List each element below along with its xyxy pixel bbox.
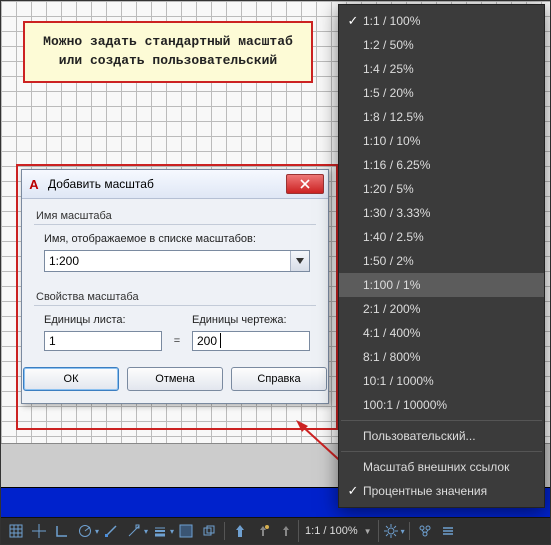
transparency-toggle-button[interactable] (175, 520, 197, 542)
ok-button[interactable]: ОК (23, 367, 119, 391)
osnap-toggle-button[interactable] (100, 520, 122, 542)
annotation-visibility-button[interactable] (229, 520, 251, 542)
menu-item-label: 1:40 / 2.5% (363, 230, 424, 244)
menu-item-scale[interactable]: 1:5 / 20% (339, 81, 544, 105)
dialog-title: Добавить масштаб (48, 177, 154, 191)
group-header-name: Имя масштаба (34, 207, 316, 224)
menu-item-scale[interactable]: 2:1 / 200% (339, 297, 544, 321)
menu-item-label: 1:30 / 3.33% (363, 206, 430, 220)
chevron-down-icon: ▼ (364, 527, 372, 536)
menu-separator (341, 451, 542, 452)
menu-item-label: 1:100 / 1% (363, 278, 420, 292)
add-scale-dialog: A Добавить масштаб Имя масштаба Имя, ото… (21, 169, 329, 404)
scale-context-menu: ✓1:1 / 100%1:2 / 50%1:4 / 25%1:5 / 20%1:… (338, 4, 545, 508)
app-icon: A (26, 176, 42, 192)
menu-item-scale[interactable]: ✓1:1 / 100% (339, 9, 544, 33)
menu-item-label: 1:50 / 2% (363, 254, 414, 268)
current-scale-label: 1:1 / 100% (305, 525, 358, 537)
menu-item-scale[interactable]: 1:8 / 12.5% (339, 105, 544, 129)
menu-item-scale[interactable]: 1:30 / 3.33% (339, 201, 544, 225)
menu-item-label: 1:5 / 20% (363, 86, 414, 100)
menu-item-scale[interactable]: 8:1 / 800% (339, 345, 544, 369)
menu-item-scale[interactable]: 1:10 / 10% (339, 129, 544, 153)
drawing-units-label: Единицы чертежа: (192, 314, 310, 326)
menu-item-scale[interactable]: 1:50 / 2% (339, 249, 544, 273)
menu-item-label: 100:1 / 10000% (363, 398, 447, 412)
menu-item-label: 2:1 / 200% (363, 302, 420, 316)
dialog-titlebar: A Добавить масштаб (22, 170, 328, 199)
annotation-scale-button[interactable] (275, 520, 297, 542)
close-icon (300, 179, 310, 189)
ortho-toggle-button[interactable] (51, 520, 73, 542)
lineweight-toggle-button[interactable] (149, 520, 171, 542)
menu-item-label: 1:16 / 6.25% (363, 158, 430, 172)
help-button[interactable]: Справка (231, 367, 327, 391)
auto-scale-button[interactable] (252, 520, 274, 542)
menu-item-scale[interactable]: 1:16 / 6.25% (339, 153, 544, 177)
scale-selector[interactable]: 1:1 / 100% ▼ (298, 520, 379, 542)
menu-item-scale[interactable]: 1:4 / 25% (339, 57, 544, 81)
menu-item-xref-scale[interactable]: Масштаб внешних ссылок (339, 455, 544, 479)
combo-drop-button[interactable] (290, 251, 309, 271)
menu-item-scale[interactable]: 1:2 / 50% (339, 33, 544, 57)
status-bar: ▾ ▾ ▾ 1:1 / 100% ▼ ▾ (1, 517, 550, 544)
scale-name-combo[interactable] (44, 250, 310, 272)
callout-text: Можно задать стандартный масштаб или соз… (43, 34, 293, 68)
menu-item-label: 1:2 / 50% (363, 38, 414, 52)
equals-sign: = (170, 335, 184, 347)
menu-item-scale[interactable]: 100:1 / 10000% (339, 393, 544, 417)
menu-item-label: 8:1 / 800% (363, 350, 420, 364)
group-header-props: Свойства масштаба (34, 288, 316, 305)
menu-item-custom[interactable]: Пользовательский... (339, 424, 544, 448)
menu-item-label: 1:10 / 10% (363, 134, 420, 148)
scale-name-group: Имя масштаба Имя, отображаемое в списке … (34, 207, 316, 278)
menu-item-label: 1:20 / 5% (363, 182, 414, 196)
scale-props-group: Свойства масштаба Единицы листа: Единицы… (34, 288, 316, 357)
polar-toggle-button[interactable] (74, 520, 96, 542)
grid-toggle-button[interactable] (5, 520, 27, 542)
drawing-units-input[interactable] (192, 331, 310, 351)
scale-name-input[interactable] (45, 251, 290, 271)
menu-separator (341, 420, 542, 421)
cancel-button[interactable]: Отмена (127, 367, 223, 391)
menu-item-scale[interactable]: 1:100 / 1% (339, 273, 544, 297)
text-cursor (220, 333, 221, 348)
menu-item-scale[interactable]: 1:40 / 2.5% (339, 225, 544, 249)
snap-toggle-button[interactable] (28, 520, 50, 542)
annotation-callout: Можно задать стандартный масштаб или соз… (23, 21, 313, 83)
menu-item-label: 1:8 / 12.5% (363, 110, 424, 124)
isolate-objects-button[interactable] (414, 520, 436, 542)
menu-item-label: 1:4 / 25% (363, 62, 414, 76)
close-button[interactable] (286, 174, 324, 194)
name-field-label: Имя, отображаемое в списке масштабов: (44, 233, 310, 245)
menu-item-label: 1:1 / 100% (363, 14, 420, 28)
menu-item-scale[interactable]: 1:20 / 5% (339, 177, 544, 201)
menu-item-scale[interactable]: 4:1 / 400% (339, 321, 544, 345)
check-icon: ✓ (343, 13, 363, 29)
check-icon: ✓ (343, 483, 363, 499)
chevron-down-icon (296, 258, 304, 264)
customization-button[interactable] (437, 520, 459, 542)
menu-item-label: 4:1 / 400% (363, 326, 420, 340)
menu-item-label: 10:1 / 1000% (363, 374, 434, 388)
menu-item-percent[interactable]: ✓ Процентные значения (339, 479, 544, 503)
menu-item-scale[interactable]: 10:1 / 1000% (339, 369, 544, 393)
selection-cycling-button[interactable] (198, 520, 220, 542)
paper-units-label: Единицы листа: (44, 314, 162, 326)
paper-units-input[interactable] (44, 331, 162, 351)
osnap-tracking-button[interactable] (123, 520, 145, 542)
settings-gear-button[interactable] (380, 520, 402, 542)
